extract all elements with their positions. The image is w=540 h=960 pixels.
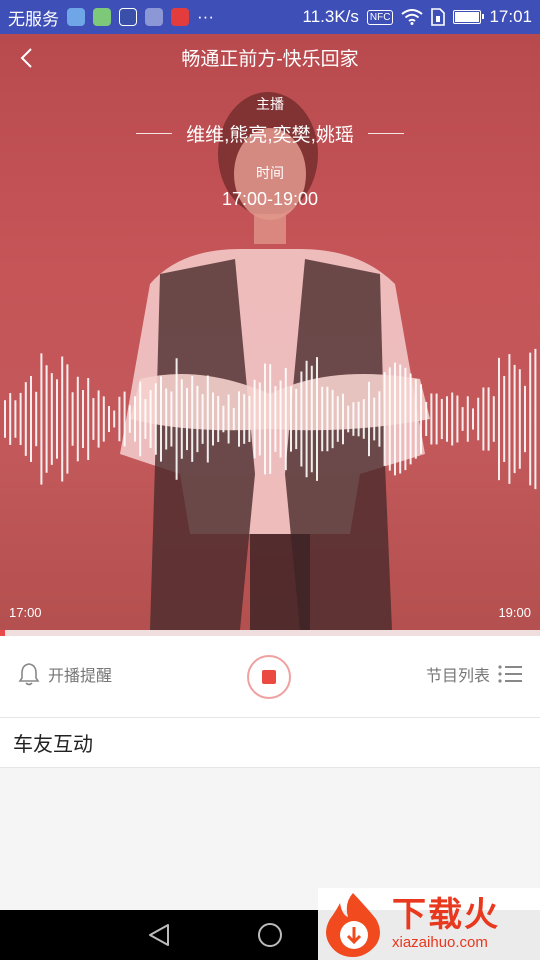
player-controls: 开播提醒 节目列表 xyxy=(0,636,540,718)
playlist-button[interactable]: 节目列表 xyxy=(426,662,522,686)
remind-button[interactable]: 开播提醒 xyxy=(18,662,112,686)
time-label: 时间 xyxy=(256,165,284,181)
status-bar: 无服务 ··· 11.3K/s NFC 17:01 xyxy=(0,0,540,34)
browser-notification-icon xyxy=(93,8,111,26)
audio-waveform xyxy=(4,348,537,490)
divider-left xyxy=(136,133,173,134)
back-button[interactable] xyxy=(10,42,42,74)
triangle-back-icon[interactable] xyxy=(146,922,172,948)
bird-notification-icon xyxy=(119,8,137,26)
section-header: 车友互动 xyxy=(0,718,540,768)
carrier-text: 无服务 xyxy=(8,9,59,29)
list-icon xyxy=(498,665,522,683)
bell-icon xyxy=(18,663,40,686)
app-notification-icon xyxy=(67,8,85,26)
network-speed: 11.3K/s xyxy=(302,7,359,26)
stop-icon xyxy=(262,670,276,684)
watermark-brand: 下载火 xyxy=(392,896,500,934)
top-bar: 畅通正前方-快乐回家 xyxy=(0,34,540,80)
clock: 17:01 xyxy=(489,7,532,26)
stop-button[interactable] xyxy=(247,655,291,699)
chevron-left-icon xyxy=(20,48,32,68)
page-title: 畅通正前方-快乐回家 xyxy=(181,48,359,70)
divider-right xyxy=(367,133,404,134)
host-names: 维维,熊亮,奕樊,姚瑶 xyxy=(186,125,354,146)
sim-icon xyxy=(431,8,446,26)
battery-icon xyxy=(453,10,485,24)
circle-home-icon[interactable] xyxy=(257,922,283,948)
end-time: 19:00 xyxy=(498,605,531,620)
program-hero: 畅通正前方-快乐回家 主播 维维,熊亮,奕樊,姚瑶 时间 17:00-19:00… xyxy=(0,34,540,630)
watermark-url: xiazaihuo.com xyxy=(392,934,488,951)
host-row: 维维,熊亮,奕樊,姚瑶 xyxy=(0,120,540,147)
more-notifications-icon: ··· xyxy=(197,7,214,26)
host-label: 主播 xyxy=(256,96,284,112)
time-range: 17:00-19:00 xyxy=(221,189,319,209)
flame-logo-icon xyxy=(326,893,380,957)
nfc-icon: NFC xyxy=(366,9,394,25)
watermark: 下载火 xiazaihuo.com xyxy=(318,888,540,960)
remind-label: 开播提醒 xyxy=(48,668,113,685)
chat-notification-icon xyxy=(145,8,163,26)
wifi-icon xyxy=(401,9,424,25)
playlist-label: 节目列表 xyxy=(425,668,490,685)
news-notification-icon xyxy=(171,8,189,26)
start-time: 17:00 xyxy=(9,605,42,620)
